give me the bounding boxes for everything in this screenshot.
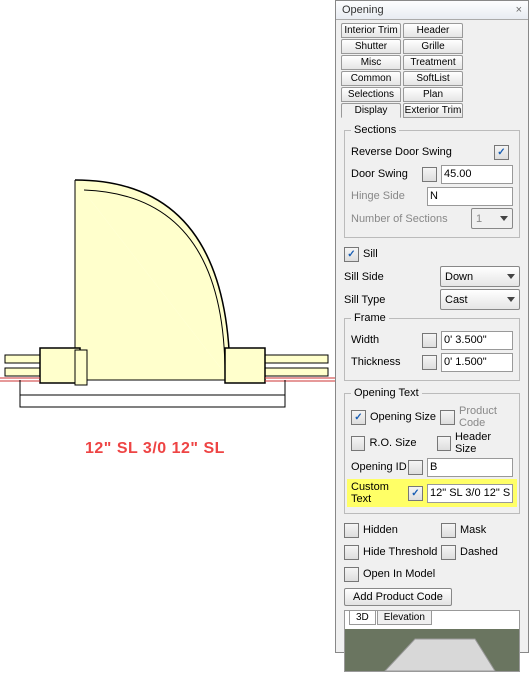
reverse-swing-label: Reverse Door Swing: [351, 146, 494, 158]
frame-thickness-label: Thickness: [351, 356, 422, 368]
hinge-side-label: Hinge Side: [351, 190, 427, 202]
panel-titlebar: Opening ×: [336, 1, 528, 20]
ro-size-checkbox[interactable]: [351, 436, 365, 451]
dashed-checkbox[interactable]: [441, 545, 456, 560]
open-in-model-checkbox[interactable]: [344, 567, 359, 582]
opening-text-group: Opening Text Opening Size Product Code R…: [344, 387, 520, 514]
opening-id-label: Opening ID: [351, 461, 408, 473]
hinge-side-input[interactable]: [427, 187, 513, 206]
tab-strip: Interior Trim Header Shutter Grille Misc…: [336, 20, 528, 118]
custom-text-label: Custom Text: [351, 481, 408, 505]
sill-label: Sill: [363, 248, 378, 260]
tab-softlist[interactable]: SoftList: [403, 71, 463, 86]
hidden-checkbox[interactable]: [344, 523, 359, 538]
tab-shutter[interactable]: Shutter: [341, 39, 401, 54]
preview-pane: 3D Elevation: [344, 610, 520, 672]
sections-group: Sections Reverse Door Swing Door Swing H…: [344, 124, 520, 238]
frame-thickness-checkbox[interactable]: [422, 355, 437, 370]
preview-tab-elevation[interactable]: Elevation: [377, 611, 432, 625]
sill-type-select[interactable]: Cast: [440, 289, 520, 310]
door-swing-checkbox[interactable]: [422, 167, 437, 182]
reverse-swing-checkbox[interactable]: [494, 145, 509, 160]
sill-side-select[interactable]: Down: [440, 266, 520, 287]
tab-exterior-trim[interactable]: Exterior Trim: [403, 103, 463, 118]
custom-text-checkbox[interactable]: [408, 486, 423, 501]
sill-side-label: Sill Side: [344, 271, 440, 283]
opening-panel: Opening × Interior Trim Header Shutter G…: [335, 0, 529, 653]
sill-type-label: Sill Type: [344, 294, 440, 306]
tab-common[interactable]: Common: [341, 71, 401, 86]
mask-checkbox[interactable]: [441, 523, 456, 538]
frame-width-checkbox[interactable]: [422, 333, 437, 348]
tab-grille[interactable]: Grille: [403, 39, 463, 54]
tab-interior-trim[interactable]: Interior Trim: [341, 23, 401, 38]
frame-width-label: Width: [351, 334, 422, 346]
hide-threshold-checkbox[interactable]: [344, 545, 359, 560]
num-sections-label: Number of Sections: [351, 213, 471, 225]
tab-treatment[interactable]: Treatment: [403, 55, 463, 70]
num-sections-select: 1: [471, 208, 513, 229]
opening-id-input[interactable]: [427, 458, 513, 477]
canvas-opening-label: 12" SL 3/0 12" SL: [85, 440, 285, 458]
custom-text-input[interactable]: [427, 484, 513, 503]
close-icon[interactable]: ×: [516, 4, 522, 16]
opening-size-checkbox[interactable]: [351, 410, 366, 425]
frame-group: Frame Width Thickness: [344, 312, 520, 381]
add-product-code-button[interactable]: Add Product Code: [344, 588, 452, 606]
tab-plan[interactable]: Plan: [403, 87, 463, 102]
tab-header[interactable]: Header: [403, 23, 463, 38]
opening-id-checkbox[interactable]: [408, 460, 423, 475]
preview-tab-3d[interactable]: 3D: [349, 611, 376, 625]
header-size-checkbox[interactable]: [437, 436, 451, 451]
sill-checkbox[interactable]: [344, 247, 359, 262]
frame-width-input[interactable]: [441, 331, 513, 350]
panel-title: Opening: [342, 4, 384, 16]
door-swing-label: Door Swing: [351, 168, 422, 180]
tab-display[interactable]: Display: [341, 103, 401, 118]
frame-thickness-input[interactable]: [441, 353, 513, 372]
door-swing-input[interactable]: [441, 165, 513, 184]
product-code-checkbox[interactable]: [440, 410, 455, 425]
tab-misc[interactable]: Misc: [341, 55, 401, 70]
tab-selections[interactable]: Selections: [341, 87, 401, 102]
